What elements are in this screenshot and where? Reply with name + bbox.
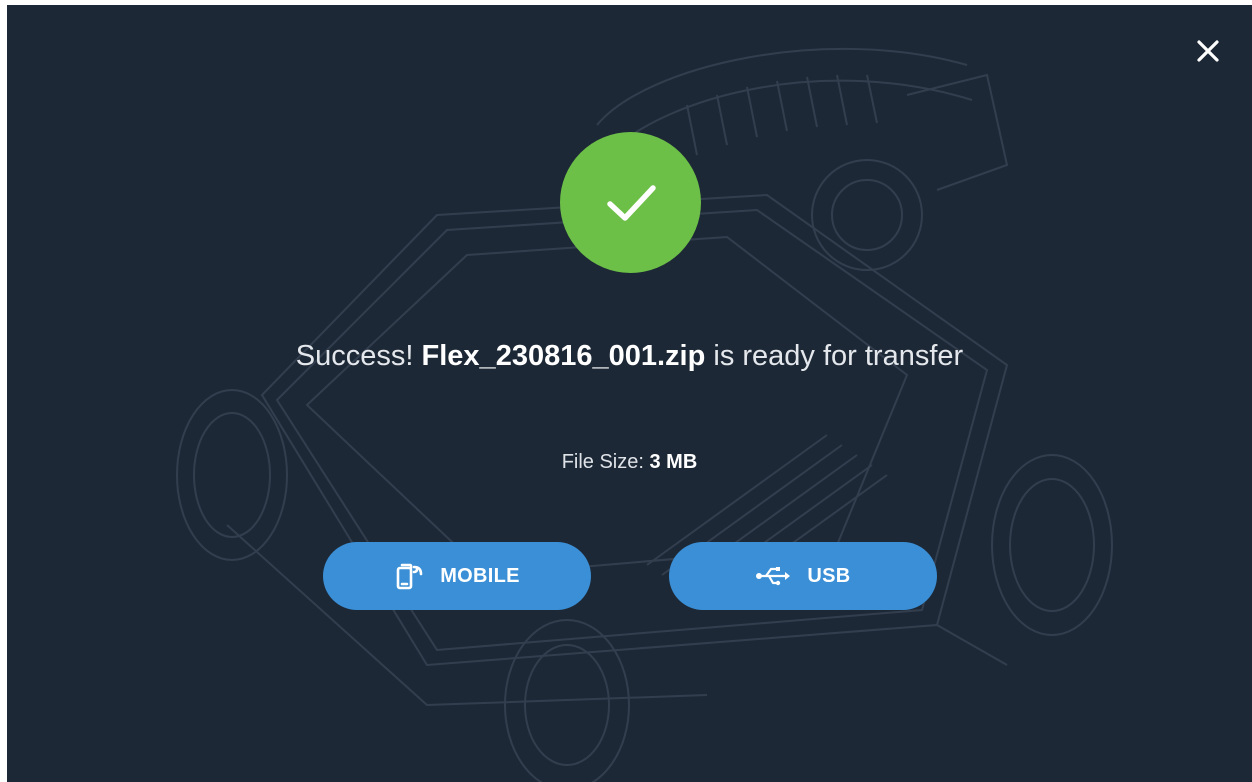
file-size-label: File Size:: [561, 451, 644, 473]
close-button[interactable]: [1190, 33, 1226, 69]
mobile-button-label: MOBILE: [440, 564, 520, 587]
device-illustration: [176, 47, 1113, 782]
mobile-wireless-icon: [394, 561, 424, 591]
usb-icon: [755, 564, 791, 588]
usb-transfer-button[interactable]: USB: [669, 542, 937, 610]
close-icon: [1197, 40, 1219, 62]
transfer-dialog: Success! Flex_230816_001.zip is ready fo…: [7, 5, 1252, 782]
success-message: Success! Flex_230816_001.zip is ready fo…: [7, 334, 1252, 378]
file-name: Flex_230816_001.zip: [421, 340, 706, 372]
mobile-transfer-button[interactable]: MOBILE: [323, 542, 591, 610]
message-prefix: Success!: [295, 340, 414, 372]
usb-button-label: USB: [807, 564, 851, 587]
file-size-value: 3 MB: [649, 451, 698, 473]
success-badge: [560, 132, 701, 273]
checkmark-icon: [606, 184, 656, 221]
file-size-line: File Size: 3 MB: [7, 447, 1252, 477]
message-suffix: is ready for transfer: [713, 340, 964, 372]
